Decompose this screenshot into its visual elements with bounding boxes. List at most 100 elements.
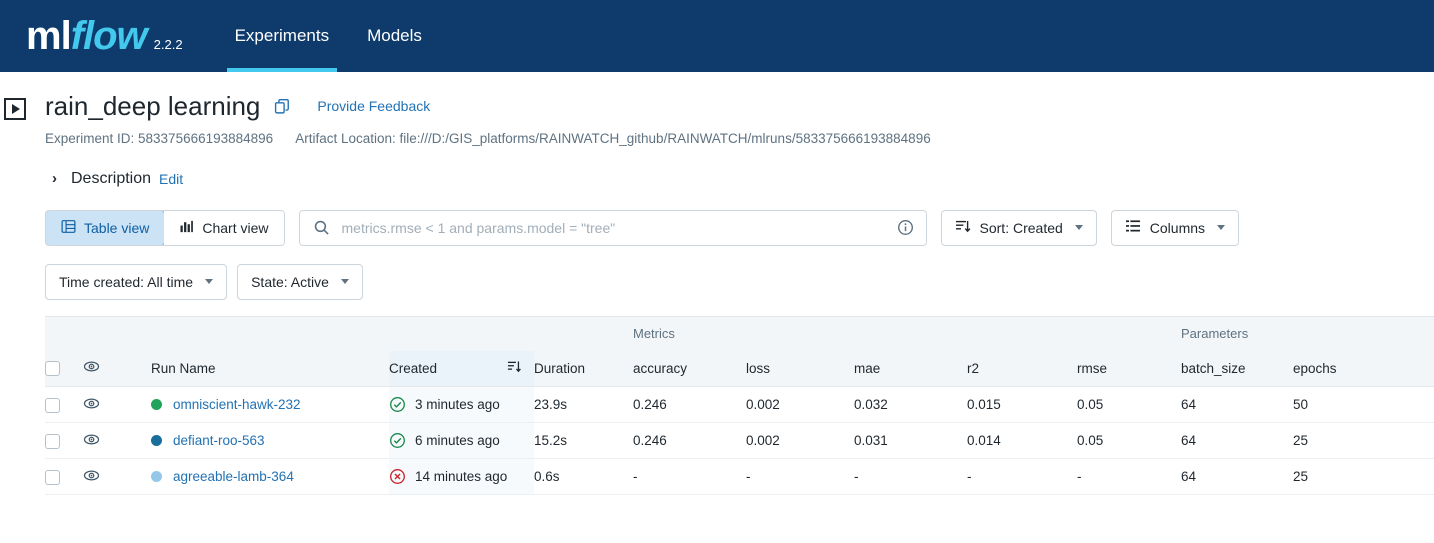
columns-icon <box>1125 218 1141 237</box>
page-title: rain_deep learning <box>45 91 261 121</box>
chevron-down-icon <box>340 279 349 285</box>
status-failed-icon <box>389 468 406 485</box>
columns-button[interactable]: Columns <box>1110 209 1240 246</box>
sidebar-expand-button[interactable] <box>4 98 26 120</box>
columns-button-label: Columns <box>1149 219 1206 236</box>
group-header-parameters: Parameters <box>1181 316 1434 351</box>
group-spacer-created <box>389 316 534 351</box>
column-header-loss[interactable]: loss <box>746 350 854 388</box>
group-header-metrics: Metrics <box>633 316 1182 351</box>
column-header-epochs[interactable]: epochs <box>1293 350 1434 388</box>
mae-cell: 0.031 <box>854 422 967 460</box>
eye-icon[interactable] <box>83 431 100 451</box>
table-row[interactable]: omniscient-hawk-232 3 minutes ago 23.9s … <box>45 386 1434 424</box>
column-header-duration[interactable]: Duration <box>534 350 633 388</box>
column-header-created-label: Created <box>389 360 438 376</box>
column-header-run-name[interactable]: Run Name <box>151 350 389 388</box>
chevron-down-icon <box>205 279 214 285</box>
row-visibility-cell <box>83 422 151 460</box>
sort-descending-icon[interactable] <box>507 359 522 377</box>
row-checkbox-cell <box>45 458 83 496</box>
column-header-accuracy[interactable]: accuracy <box>633 350 746 388</box>
version-label: 2.2.2 <box>153 37 183 52</box>
group-spacer-checkbox <box>45 316 83 351</box>
epochs-cell: 25 <box>1293 458 1434 496</box>
description-edit-link[interactable]: Edit <box>159 171 183 187</box>
loss-cell: 0.002 <box>746 422 854 460</box>
status-success-icon <box>389 432 406 449</box>
search-input[interactable] <box>298 209 927 246</box>
run-color-dot <box>151 399 162 411</box>
column-header-batch-size[interactable]: batch_size <box>1181 350 1294 388</box>
run-name-link[interactable]: omniscient-hawk-232 <box>173 397 301 412</box>
table-group-header-row: Metrics Parameters <box>45 316 1434 351</box>
status-success-icon <box>389 396 406 413</box>
chevron-down-icon <box>1217 225 1226 231</box>
rmse-cell: - <box>1077 458 1182 496</box>
batch-size-cell: 64 <box>1181 386 1294 424</box>
chevron-down-icon <box>1074 225 1083 231</box>
run-name-link[interactable]: agreeable-lamb-364 <box>173 469 294 484</box>
experiment-id-label: Experiment ID: 583375666193884896 <box>45 130 274 146</box>
row-checkbox[interactable] <box>45 433 60 449</box>
experiment-meta-row: Experiment ID: 583375666193884896 Artifa… <box>0 121 1434 146</box>
chart-view-button[interactable]: Chart view <box>164 210 284 245</box>
created-cell: 14 minutes ago <box>389 458 534 496</box>
created-cell: 6 minutes ago <box>389 422 534 460</box>
created-value: 6 minutes ago <box>415 433 500 449</box>
run-name-link[interactable]: defiant-roo-563 <box>173 433 265 448</box>
copy-icon[interactable] <box>274 98 291 115</box>
run-name-cell: defiant-roo-563 <box>151 422 389 460</box>
accuracy-cell: 0.246 <box>633 422 746 460</box>
view-toggle-group: Table view Chart view <box>45 209 285 246</box>
state-filter-label: State: Active <box>251 273 329 290</box>
group-spacer-runname <box>151 316 389 351</box>
state-filter[interactable]: State: Active <box>237 263 363 300</box>
created-value: 3 minutes ago <box>415 397 500 413</box>
duration-cell: 0.6s <box>534 458 633 496</box>
eye-icon[interactable] <box>83 395 100 415</box>
eye-icon[interactable] <box>83 467 100 487</box>
table-row[interactable]: defiant-roo-563 6 minutes ago 15.2s 0.24… <box>45 422 1434 460</box>
experiment-title-row: rain_deep learning Provide Feedback <box>0 72 1434 121</box>
column-header-mae[interactable]: mae <box>854 350 967 388</box>
accuracy-cell: 0.246 <box>633 386 746 424</box>
table-icon <box>61 219 76 237</box>
row-checkbox[interactable] <box>45 397 60 413</box>
row-visibility-cell <box>83 458 151 496</box>
visibility-header <box>83 350 151 388</box>
column-header-rmse[interactable]: rmse <box>1077 350 1182 388</box>
run-name-cell: agreeable-lamb-364 <box>151 458 389 496</box>
search-container <box>298 209 927 246</box>
select-all-header <box>45 350 83 388</box>
select-all-checkbox[interactable] <box>45 361 60 377</box>
artifact-location-label: Artifact Location: file:///D:/GIS_platfo… <box>295 130 931 146</box>
sort-button[interactable]: Sort: Created <box>940 209 1097 246</box>
mlflow-logo[interactable]: ml flow 2.2.2 <box>26 16 183 56</box>
batch-size-cell: 64 <box>1181 422 1294 460</box>
nav-item-experiments[interactable]: Experiments <box>226 0 338 72</box>
nav-item-experiments-label: Experiments <box>234 26 330 45</box>
epochs-cell: 25 <box>1293 422 1434 460</box>
table-view-button[interactable]: Table view <box>45 210 166 245</box>
r2-cell: 0.014 <box>967 422 1077 460</box>
bar-chart-icon <box>179 219 194 237</box>
duration-cell: 15.2s <box>534 422 633 460</box>
loss-cell: 0.002 <box>746 386 854 424</box>
info-icon[interactable] <box>897 219 914 241</box>
column-header-r2[interactable]: r2 <box>967 350 1077 388</box>
table-view-label: Table view <box>84 219 150 236</box>
row-checkbox[interactable] <box>45 469 60 485</box>
chevron-right-icon[interactable]: › <box>52 170 57 187</box>
nav-item-models[interactable]: Models <box>359 0 430 72</box>
chart-view-label: Chart view <box>202 219 269 236</box>
run-color-dot <box>151 435 162 447</box>
time-created-filter[interactable]: Time created: All time <box>45 263 228 300</box>
mae-cell: 0.032 <box>854 386 967 424</box>
description-label: Description <box>71 169 152 187</box>
rmse-cell: 0.05 <box>1077 422 1182 460</box>
table-row[interactable]: agreeable-lamb-364 14 minutes ago 0.6s -… <box>45 458 1434 496</box>
eye-icon[interactable] <box>83 358 100 378</box>
provide-feedback-link[interactable]: Provide Feedback <box>317 98 430 114</box>
column-header-created[interactable]: Created <box>389 350 534 388</box>
